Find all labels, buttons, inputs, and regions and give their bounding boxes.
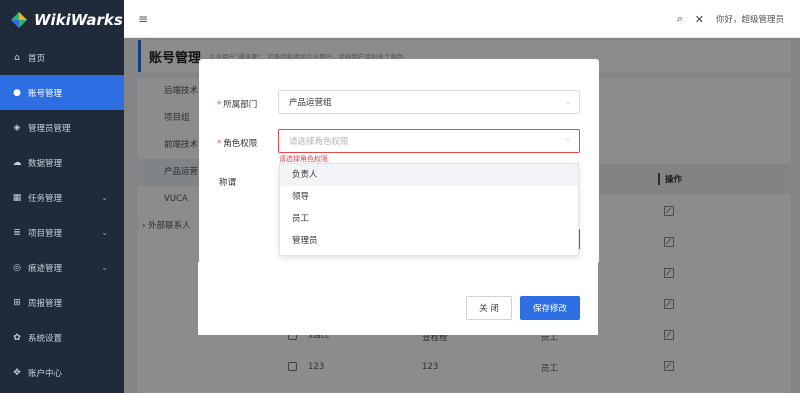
sidebar-item-label: 首页: [28, 53, 46, 64]
sidebar-item-label: 痕迹管理: [28, 263, 63, 274]
sidebar-nav: ⌂ 首页 ● 账号管理 ◈ 管理员管理 ☁ 数据管理 ▦ 任务管理 ⌄ ≣ 项目管理 ⌄ ◎ 痕迹管理 ⌄ ⊞ 周报…: [0, 40, 124, 390]
logo: WikiWarks: [0, 0, 124, 40]
sidebar-item[interactable]: ⌂ 首页: [0, 40, 124, 75]
cloud-icon: ☁: [12, 157, 22, 168]
calendar-icon: ⊞: [13, 297, 21, 308]
sidebar-item[interactable]: ◎ 痕迹管理 ⌄: [0, 250, 124, 285]
sidebar-item-label: 账号管理: [28, 88, 63, 99]
role-select[interactable]: 请选择角色权限 ⌃: [278, 129, 580, 153]
role-option[interactable]: 领导: [280, 186, 578, 208]
required-mark: *: [217, 139, 222, 149]
sidebar-item[interactable]: ≣ 项目管理 ⌄: [0, 215, 124, 250]
save-button[interactable]: 保存修改: [520, 296, 580, 320]
sidebar-item[interactable]: ◈ 管理员管理: [0, 110, 124, 145]
sidebar: WikiWarks ⌂ 首页 ● 账号管理 ◈ 管理员管理 ☁ 数据管理 ▦ 任务管理 ⌄ ≣ 项目管理…: [0, 0, 124, 393]
role-option[interactable]: 负责人: [280, 164, 578, 186]
chevron-down-icon: ⌄: [101, 193, 108, 202]
shield-icon: ◈: [13, 122, 21, 133]
role-label-text: 角色权限: [223, 139, 258, 149]
list-icon: ≣: [13, 227, 21, 238]
required-mark: *: [217, 100, 222, 110]
user-icon: ●: [13, 87, 21, 98]
chevron-down-icon: ⌄: [565, 98, 571, 106]
role-label: * 角色权限: [217, 137, 257, 149]
logo-icon: [11, 12, 27, 28]
sidebar-item[interactable]: ☁ 数据管理: [0, 145, 124, 180]
sidebar-item-label: 系统设置: [28, 333, 63, 344]
search-icon[interactable]: ⌕: [677, 12, 683, 26]
chevron-down-icon: ⌄: [101, 263, 108, 272]
trace-icon: ◎: [13, 262, 21, 273]
sidebar-item-label: 数据管理: [28, 158, 63, 169]
chevron-up-icon: ⌃: [565, 137, 571, 145]
dept-select-value: 产品运营组: [289, 98, 332, 108]
role-select-placeholder: 请选择角色权限: [289, 137, 349, 147]
role-option[interactable]: 管理员: [280, 230, 578, 252]
user-greeting[interactable]: 你好，超级管理员: [716, 13, 784, 25]
dept-label-text: 所属部门: [223, 100, 258, 110]
account-icon: ✥: [13, 367, 21, 378]
grid-icon: ▦: [12, 192, 22, 203]
sidebar-item-label: 项目管理: [28, 228, 63, 239]
logo-text: WikiWarks: [34, 11, 123, 29]
fullscreen-icon[interactable]: ✕: [695, 13, 704, 26]
dept-label: * 所属部门: [217, 98, 257, 110]
chevron-down-icon: ⌄: [101, 228, 108, 237]
home-icon: ⌂: [14, 52, 20, 63]
title-label: 称谓: [219, 178, 237, 188]
sidebar-item[interactable]: ✿ 系统设置: [0, 320, 124, 355]
topbar-actions: ⌕ ✕ 你好，超级管理员: [677, 0, 784, 38]
sidebar-item[interactable]: ⊞ 周报管理: [0, 285, 124, 320]
sidebar-item-label: 账户中心: [28, 368, 63, 379]
dept-select[interactable]: 产品运营组 ⌄: [278, 90, 580, 114]
sidebar-item-label: 周报管理: [28, 298, 63, 309]
menu-toggle-icon[interactable]: ≡: [138, 12, 148, 26]
close-button[interactable]: 关 闭: [466, 296, 512, 320]
role-option[interactable]: 员工: [280, 208, 578, 230]
gear-icon: ✿: [13, 332, 21, 343]
role-dropdown: 负责人 领导 员工 管理员: [279, 163, 579, 256]
sidebar-item-label: 管理员管理: [28, 123, 71, 134]
sidebar-item[interactable]: ● 账号管理: [0, 75, 124, 110]
sidebar-item[interactable]: ✥ 账户中心: [0, 355, 124, 390]
sidebar-item-label: 任务管理: [28, 193, 63, 204]
sidebar-item[interactable]: ▦ 任务管理 ⌄: [0, 180, 124, 215]
topbar: ≡ ⌕ ✕ 你好，超级管理员: [124, 0, 800, 38]
